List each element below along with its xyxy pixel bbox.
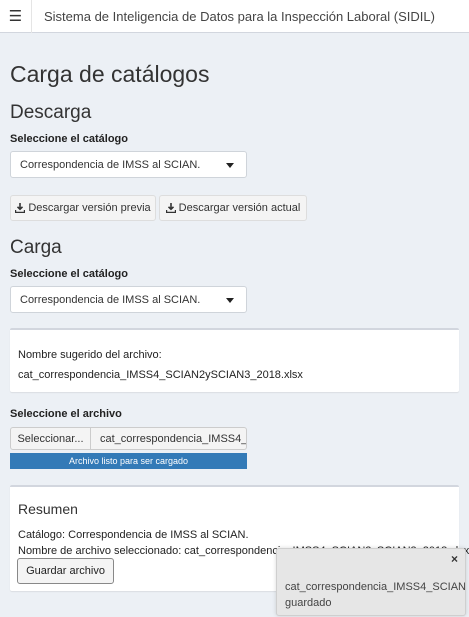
download-previous-label: Descargar versión previa — [28, 202, 151, 214]
download-icon — [15, 203, 26, 213]
carga-heading: Carga — [10, 237, 62, 258]
save-file-button[interactable]: Guardar archivo — [17, 558, 114, 584]
suggested-name-value: cat_correspondencia_IMSS4_SCIAN2ySCIAN3_… — [18, 369, 303, 381]
suggested-name-label: Nombre sugerido del archivo: — [18, 349, 162, 361]
notification-toast: × cat_correspondencia_IMSS4_SCIAN2ySCIAN… — [276, 548, 466, 616]
chevron-down-icon — [226, 163, 234, 168]
main-content: Carga de catálogos Descarga Seleccione e… — [10, 33, 469, 617]
download-icon — [165, 203, 176, 213]
hamburger-icon[interactable]: ☰ — [0, 0, 32, 33]
progress-text: Archivo listo para ser cargado — [68, 456, 189, 466]
chevron-down-icon — [226, 298, 234, 303]
descarga-selected-value: Correspondencia de IMSS al SCIAN. — [20, 158, 201, 171]
download-previous-button[interactable]: Descargar versión previa — [10, 195, 156, 221]
suggested-name-box: Nombre sugerido del archivo: cat_corresp… — [10, 328, 459, 392]
carga-catalog-select[interactable]: Correspondencia de IMSS al SCIAN. — [10, 286, 247, 313]
resumen-catalog: Catálogo: Correspondencia de IMSS al SCI… — [18, 529, 249, 541]
page-title: Carga de catálogos — [10, 61, 210, 87]
selected-file-name: cat_correspondencia_IMSS4_ — [91, 427, 247, 450]
app-title: Sistema de Inteligencia de Datos para la… — [44, 8, 435, 24]
descarga-heading: Descarga — [10, 102, 92, 123]
carga-selected-value: Correspondencia de IMSS al SCIAN. — [20, 293, 201, 306]
browse-button[interactable]: Seleccionar... — [10, 427, 91, 450]
download-current-label: Descargar versión actual — [178, 202, 301, 214]
download-current-button[interactable]: Descargar versión actual — [159, 195, 307, 221]
carga-select-label: Seleccione el catálogo — [10, 268, 128, 280]
top-navbar: ☰ Sistema de Inteligencia de Datos para … — [0, 0, 469, 33]
notification-line-2: guardado — [285, 597, 332, 609]
close-icon[interactable]: × — [451, 552, 458, 566]
file-select-label: Seleccione el archivo — [10, 408, 122, 420]
notification-line-1: cat_correspondencia_IMSS4_SCIAN2ySCIAN3_… — [285, 581, 466, 593]
descarga-catalog-select[interactable]: Correspondencia de IMSS al SCIAN. — [10, 151, 247, 178]
notification-message: cat_correspondencia_IMSS4_SCIAN2ySCIAN3_… — [285, 579, 466, 611]
resumen-title: Resumen — [18, 501, 78, 517]
descarga-select-label: Seleccione el catálogo — [10, 133, 128, 145]
file-input: Seleccionar... cat_correspondencia_IMSS4… — [10, 427, 247, 450]
upload-progress-bar: Archivo listo para ser cargado — [10, 453, 247, 469]
